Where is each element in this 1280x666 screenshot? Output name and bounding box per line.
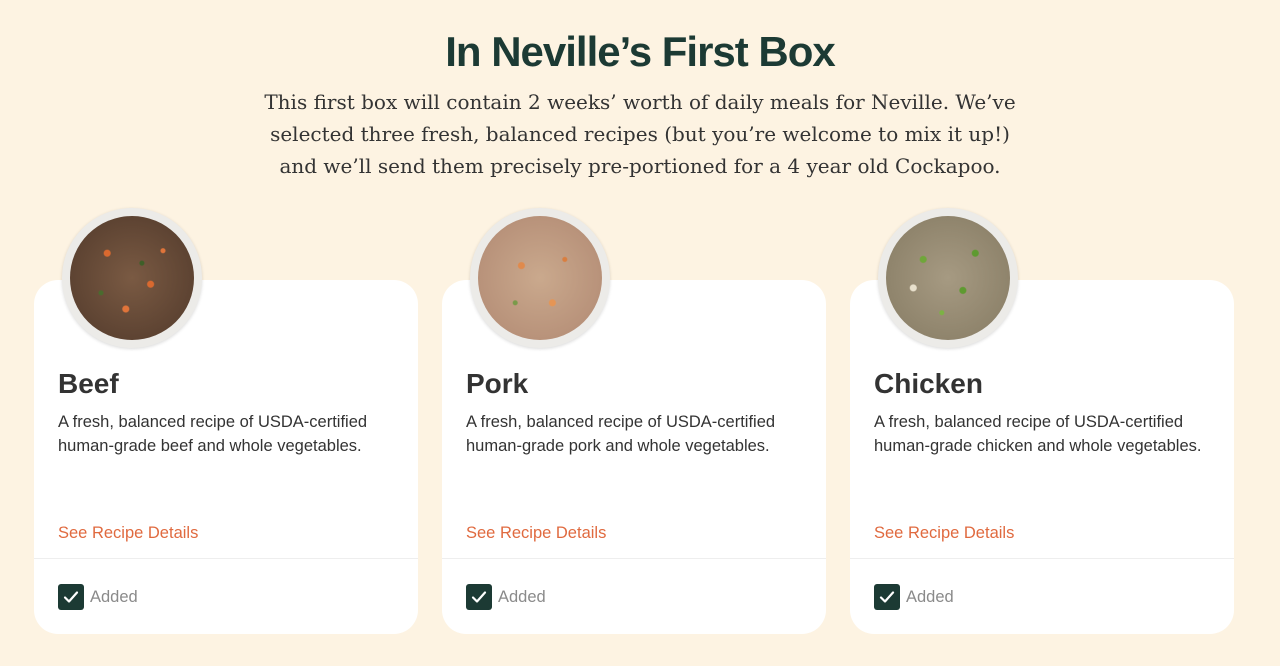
see-recipe-details-link[interactable]: See Recipe Details (58, 524, 198, 543)
added-toggle[interactable]: Added (466, 584, 546, 610)
added-label: Added (498, 587, 546, 606)
see-recipe-details-link[interactable]: See Recipe Details (466, 524, 606, 543)
added-label: Added (90, 587, 138, 606)
recipe-description: A fresh, balanced recipe of USDA-certifi… (874, 413, 1202, 455)
check-icon (879, 591, 895, 603)
recipe-name: Chicken (874, 368, 983, 399)
added-toggle[interactable]: Added (874, 584, 954, 610)
added-checkbox[interactable] (466, 584, 492, 610)
check-icon (63, 591, 79, 603)
check-icon (471, 591, 487, 603)
recipe-card-beef: Beef A fresh, balanced recipe of USDA-ce… (34, 208, 418, 634)
recipe-description: A fresh, balanced recipe of USDA-certifi… (466, 413, 776, 455)
recipe-name: Pork (466, 368, 529, 399)
beef-bowl-image (62, 208, 202, 348)
card-divider (442, 558, 826, 559)
recipe-card-pork: Pork A fresh, balanced recipe of USDA-ce… (442, 208, 826, 634)
recipe-name: Beef (58, 368, 119, 399)
card-divider (34, 558, 418, 559)
recipe-description: A fresh, balanced recipe of USDA-certifi… (58, 413, 368, 455)
added-toggle[interactable]: Added (58, 584, 138, 610)
pork-bowl-image (470, 208, 610, 348)
recipe-card-chicken: Chicken A fresh, balanced recipe of USDA… (850, 208, 1234, 634)
chicken-bowl-image (878, 208, 1018, 348)
see-recipe-details-link[interactable]: See Recipe Details (874, 524, 1014, 543)
page-title: In Neville’s First Box (445, 28, 836, 75)
added-label: Added (906, 587, 954, 606)
added-checkbox[interactable] (874, 584, 900, 610)
card-divider (850, 558, 1234, 559)
page-subtitle: This first box will contain 2 weeks’ wor… (264, 90, 1016, 178)
added-checkbox[interactable] (58, 584, 84, 610)
